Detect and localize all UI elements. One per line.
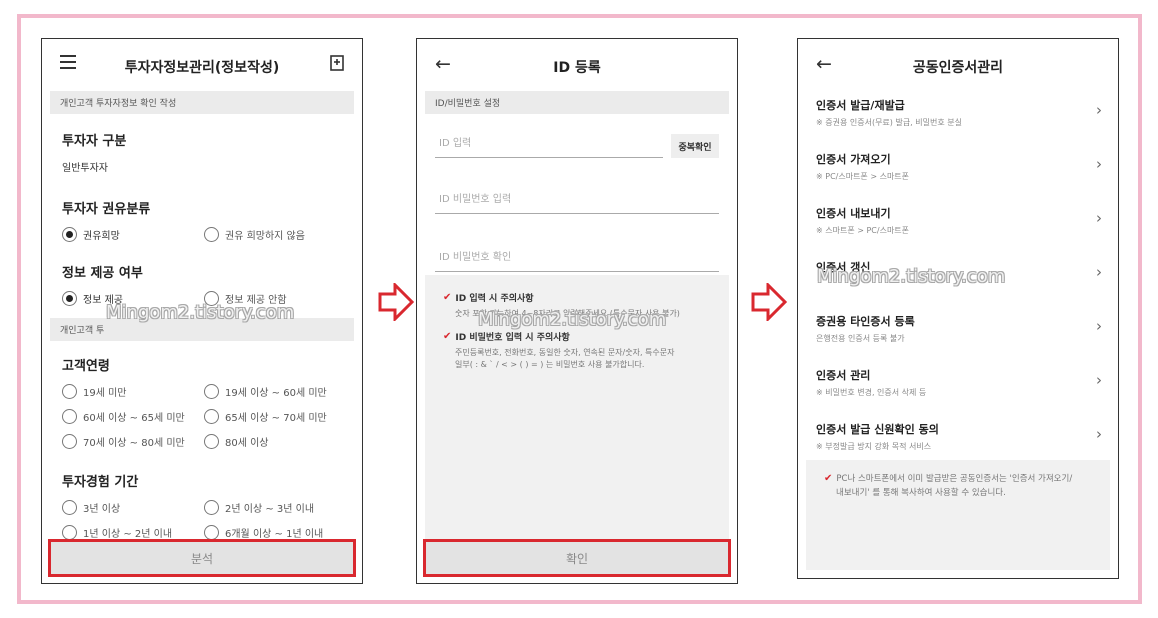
solicitation-label: 투자자 권유분류 <box>62 202 151 217</box>
investor-type-label: 투자자 구분 <box>62 134 127 149</box>
radio-exp-option[interactable]: 6개월 이상 ~ 1년 이내 <box>204 525 354 540</box>
radio-icon <box>204 525 219 540</box>
note-title: ID 비밀번호 입력 시 주의사항 <box>455 333 570 343</box>
menu-item-import[interactable]: 인증서 가져오기 ※ PC/스마트폰 > 스마트폰 › <box>798 139 1118 193</box>
duplicate-check-button[interactable]: 중복확인 <box>671 134 719 158</box>
check-icon: ✔ <box>443 292 452 303</box>
radio-icon <box>62 525 77 540</box>
chevron-right-icon: › <box>1096 263 1102 281</box>
radio-icon <box>204 409 219 424</box>
menu-item-identity-consent[interactable]: 인증서 발급 신원확인 동의 ※ 부정발급 방지 강화 목적 서비스 › <box>798 409 1118 463</box>
radio-age-option[interactable]: 19세 미만 <box>62 384 204 399</box>
page-title: ID 등록 <box>553 60 601 76</box>
radio-icon <box>204 500 219 515</box>
page-title: 투자자정보관리(정보작성) <box>124 60 280 76</box>
watermark: Mingom2.tistory.com <box>817 266 1006 287</box>
investor-type-value: 일반투자자 <box>62 163 108 174</box>
age-label: 고객연령 <box>62 359 110 374</box>
radio-icon <box>204 434 219 449</box>
menu-item-manage[interactable]: 인증서 관리 ※ 비밀번호 변경, 인증서 삭제 등 › <box>798 355 1118 409</box>
certificate-manage-screen: ← 공동인증서관리 인증서 발급/재발급 ※ 증권용 인증서(무료) 발급, 비… <box>797 38 1119 579</box>
radio-exp-option[interactable]: 2년 이상 ~ 3년 이내 <box>204 500 354 515</box>
check-icon: ✔ <box>443 331 452 342</box>
header: ← 공동인증서관리 <box>798 39 1118 85</box>
check-icon: ✔ <box>824 473 833 484</box>
confirm-button[interactable]: 확인 <box>423 539 731 577</box>
radio-selected-icon <box>62 227 77 242</box>
radio-age-option[interactable]: 80세 이상 <box>204 434 354 449</box>
info-provide-label: 정보 제공 여부 <box>62 266 143 281</box>
section-band: ID/비밀번호 설정 <box>425 91 729 114</box>
experience-label: 투자경험 기간 <box>62 475 139 490</box>
bookmark-icon[interactable] <box>330 55 344 75</box>
radio-icon <box>204 384 219 399</box>
header: ← ID 등록 <box>417 39 737 91</box>
watermark: Mingom2.tistory.com <box>106 302 295 323</box>
menu-item-export[interactable]: 인증서 내보내기 ※ 스마트폰 > PC/스마트폰 › <box>798 193 1118 247</box>
radio-age-option[interactable]: 19세 이상 ~ 60세 미만 <box>204 384 354 399</box>
menu-item-issue[interactable]: 인증서 발급/재발급 ※ 증권용 인증서(무료) 발급, 비밀번호 분실 › <box>798 85 1118 139</box>
radio-age-option[interactable]: 60세 이상 ~ 65세 미만 <box>62 409 204 424</box>
notice-box: ✔ PC나 스마트폰에서 이미 발급받은 공동인증서는 '인증서 가져오기/내보내… <box>806 460 1110 570</box>
section-band: 개인고객 투자자정보 확인 작성 <box>50 91 354 114</box>
radio-solicit-yes[interactable]: 권유희망 <box>62 227 204 242</box>
chevron-right-icon: › <box>1096 209 1102 227</box>
chevron-right-icon: › <box>1096 371 1102 389</box>
radio-icon <box>62 434 77 449</box>
arrow-right-icon <box>751 283 787 321</box>
header: 투자자정보관리(정보작성) <box>42 39 362 91</box>
chevron-right-icon: › <box>1096 155 1102 173</box>
chevron-right-icon: › <box>1096 101 1102 119</box>
menu-item-other-cert[interactable]: 증권용 타인증서 등록 은행전용 인증서 등록 불가 › <box>798 301 1118 355</box>
radio-icon <box>62 500 77 515</box>
arrow-right-icon <box>378 283 414 321</box>
radio-icon <box>204 227 219 242</box>
id-input[interactable]: ID 입력 <box>435 134 663 158</box>
radio-icon <box>62 384 77 399</box>
note-title: ID 입력 시 주의사항 <box>455 294 534 304</box>
radio-selected-icon <box>62 291 77 306</box>
radio-age-option[interactable]: 65세 이상 ~ 70세 미만 <box>204 409 354 424</box>
radio-exp-option[interactable]: 1년 이상 ~ 2년 이내 <box>62 525 204 540</box>
watermark: Mingom2.tistory.com <box>478 309 667 330</box>
radio-solicit-no[interactable]: 권유 희망하지 않음 <box>204 227 354 242</box>
analyze-button[interactable]: 분석 <box>48 539 356 577</box>
page-title: 공동인증서관리 <box>912 60 1004 76</box>
note-body: 주민등록번호, 전화번호, 동일한 숫자, 연속된 문자/숫자, 특수문자 일부(… <box>455 348 675 369</box>
chevron-right-icon: › <box>1096 425 1102 443</box>
radio-icon <box>62 409 77 424</box>
radio-exp-option[interactable]: 3년 이상 <box>62 500 204 515</box>
password-input[interactable]: ID 비밀번호 입력 <box>435 190 719 214</box>
radio-age-option[interactable]: 70세 이상 ~ 80세 미만 <box>62 434 204 449</box>
chevron-right-icon: › <box>1096 317 1102 335</box>
password-confirm-input[interactable]: ID 비밀번호 확인 <box>435 248 719 272</box>
